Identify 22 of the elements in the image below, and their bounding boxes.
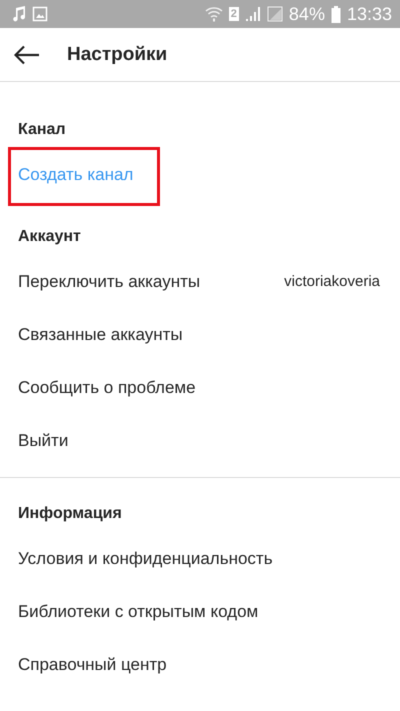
signal-icon	[244, 6, 261, 22]
settings-item[interactable]: Связанные аккаунты	[18, 324, 183, 344]
image-icon	[32, 6, 48, 22]
account-name: victoriakoveria	[284, 273, 380, 290]
battery-icon	[330, 6, 341, 22]
music-note-icon	[12, 6, 26, 22]
sim-badge: 2	[228, 7, 239, 21]
section-heading: Канал	[18, 120, 66, 140]
signal-icon	[266, 6, 283, 22]
battery-percent: 84%	[288, 4, 325, 24]
section-heading: Информация	[18, 504, 122, 524]
screen-title: Настройки	[67, 44, 168, 66]
settings-item[interactable]: Сообщить о проблеме	[18, 378, 196, 398]
settings-item[interactable]: Библиотеки с открытым кодом	[18, 602, 258, 622]
settings-item[interactable]: Выйти	[18, 430, 68, 450]
settings-item[interactable]: Справочный центр	[18, 654, 167, 674]
settings-item[interactable]: Переключить аккаунты	[18, 272, 200, 292]
settings-item[interactable]: Условия и конфиденциальность	[18, 548, 273, 568]
clock: 13:33	[346, 4, 392, 24]
wifi-icon	[204, 6, 223, 22]
back-icon[interactable]	[14, 44, 40, 64]
section-heading: Аккаунт	[18, 227, 81, 247]
